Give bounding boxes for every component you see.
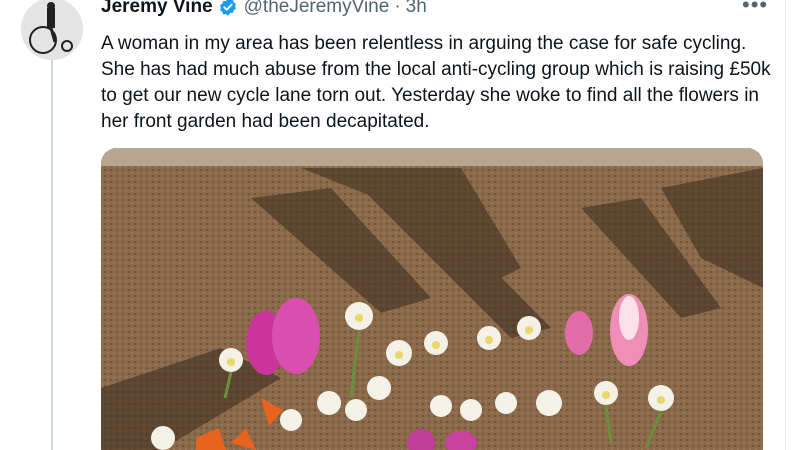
avatar[interactable] — [21, 0, 83, 60]
tweet-header: Jeremy Vine @theJeremyVine · 3h — [101, 0, 427, 18]
verified-badge-icon — [218, 0, 238, 17]
flowers-on-doormat-photo — [101, 148, 763, 450]
timeline-border — [785, 0, 786, 450]
more-options-icon[interactable]: ••• — [742, 0, 768, 18]
tweet-media-image[interactable] — [101, 148, 763, 450]
separator-dot: · — [394, 0, 401, 17]
timestamp[interactable]: 3h — [406, 0, 427, 18]
author-name[interactable]: Jeremy Vine — [101, 0, 213, 18]
author-handle[interactable]: @theJeremyVine — [244, 0, 390, 18]
tweet-text: A woman in my area has been relentless i… — [101, 33, 771, 132]
tweet-container: Jeremy Vine @theJeremyVine · 3h ••• A wo… — [0, 0, 785, 450]
avatar-image — [21, 0, 83, 60]
thread-line — [51, 60, 53, 450]
